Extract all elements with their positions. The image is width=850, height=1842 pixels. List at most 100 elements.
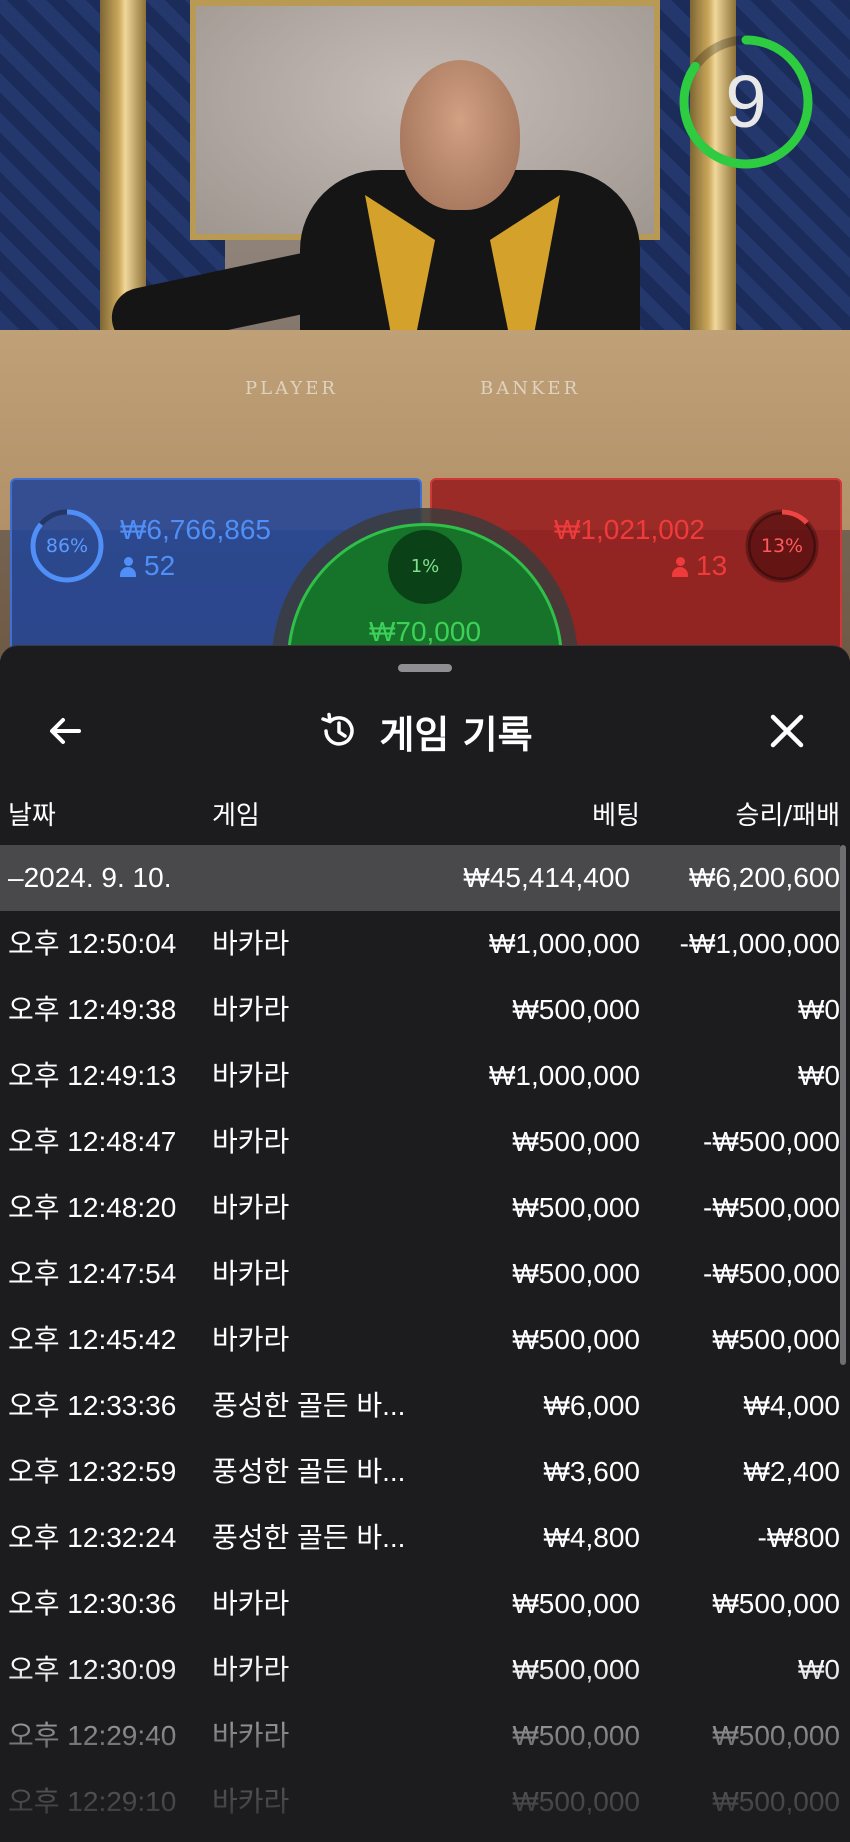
row-game: 바카라 <box>212 1786 290 1817</box>
row-time: 오후 12:47:54 <box>8 1258 177 1289</box>
history-row[interactable]: 오후 12:49:13 바카라 ₩1,000,000 ₩0 <box>0 1043 850 1109</box>
row-result: ₩0 <box>798 1060 840 1091</box>
row-game: 풍성한 골든 바... <box>212 1456 406 1487</box>
row-game: 바카라 <box>212 928 290 959</box>
row-game: 풍성한 골든 바... <box>212 1390 406 1421</box>
history-list: 오후 12:50:04 바카라 ₩1,000,000 -₩1,000,000 오후 12… <box>0 911 850 1835</box>
person-icon <box>120 557 136 577</box>
row-result: ₩0 <box>798 994 840 1025</box>
row-result: ₩4,000 <box>743 1390 841 1421</box>
history-table-header: 날짜 게임 베팅 승리/패배 <box>0 795 850 845</box>
row-bet: ₩500,000 <box>512 1258 640 1289</box>
row-game: 바카라 <box>212 1192 290 1223</box>
scrollbar[interactable] <box>840 845 846 1365</box>
tie-bet-amount: ₩70,000 <box>368 616 482 647</box>
history-row[interactable]: 오후 12:45:42 바카라 ₩500,000 ₩500,000 <box>0 1307 850 1373</box>
banker-count-value: 13 <box>696 550 728 581</box>
row-game: 바카라 <box>212 1258 290 1289</box>
tie-percent: 1% <box>388 530 462 604</box>
row-time: 오후 12:48:47 <box>8 1126 177 1157</box>
player-count-value: 52 <box>144 550 176 581</box>
row-game: 바카라 <box>212 1126 290 1157</box>
row-time: 오후 12:29:40 <box>8 1720 177 1751</box>
countdown-timer: 9 <box>725 60 767 143</box>
table-label-banker: BANKER <box>480 378 581 399</box>
row-time: 오후 12:33:36 <box>8 1390 177 1421</box>
row-game: 바카라 <box>212 1060 290 1091</box>
summary-result-total: ₩6,200,600 <box>689 862 840 893</box>
row-result: -₩1,000,000 <box>679 928 840 959</box>
player-bettor-count: 52 <box>120 550 175 582</box>
row-bet: ₩1,000,000 <box>489 928 640 959</box>
row-game: 바카라 <box>212 1720 290 1751</box>
row-bet: ₩500,000 <box>512 1786 640 1817</box>
row-time: 오후 12:49:38 <box>8 994 177 1025</box>
close-button[interactable] <box>752 696 822 766</box>
row-game: 바카라 <box>212 1588 290 1619</box>
date-summary-row[interactable]: –2024. 9. 10. ₩45,414,400 ₩6,200,600 <box>0 845 840 911</box>
row-bet: ₩500,000 <box>512 1192 640 1223</box>
player-bet-amount: ₩6,766,865 <box>120 514 271 545</box>
history-row[interactable]: 오후 12:30:36 바카라 ₩500,000 ₩500,000 <box>0 1571 850 1637</box>
history-row[interactable]: 오후 12:29:10 바카라 ₩500,000 ₩500,000 <box>0 1769 850 1835</box>
history-row[interactable]: 오후 12:33:36 풍성한 골든 바... ₩6,000 ₩4,000 <box>0 1373 850 1439</box>
column-result: 승리/패배 <box>735 801 840 831</box>
row-game: 바카라 <box>212 1324 290 1355</box>
history-row[interactable]: 오후 12:32:59 풍성한 골든 바... ₩3,600 ₩2,400 <box>0 1439 850 1505</box>
row-time: 오후 12:48:20 <box>8 1192 177 1223</box>
banker-bettor-count: 13 <box>672 550 727 582</box>
row-time: 오후 12:32:24 <box>8 1522 177 1553</box>
sheet-grabber[interactable] <box>398 664 452 672</box>
row-bet: ₩1,000,000 <box>489 1060 640 1091</box>
history-row[interactable]: 오후 12:50:04 바카라 ₩1,000,000 -₩1,000,000 <box>0 911 850 977</box>
history-icon <box>321 712 355 746</box>
sheet-header: 게임 기록 <box>0 701 850 761</box>
row-result: ₩500,000 <box>712 1588 840 1619</box>
player-percent: 86% <box>45 535 89 557</box>
row-time: 오후 12:45:42 <box>8 1324 177 1355</box>
close-icon <box>770 714 804 748</box>
row-bet: ₩500,000 <box>512 994 640 1025</box>
row-result: ₩500,000 <box>712 1786 840 1817</box>
row-time: 오후 12:30:36 <box>8 1588 177 1619</box>
gold-pillar-left <box>100 0 146 330</box>
row-time: 오후 12:49:13 <box>8 1060 177 1091</box>
column-date: 날짜 <box>8 801 56 831</box>
row-result: -₩800 <box>757 1522 840 1553</box>
row-time: 오후 12:29:10 <box>8 1786 177 1817</box>
row-game: 바카라 <box>212 1654 290 1685</box>
banker-percent: 13% <box>760 535 804 557</box>
row-game: 바카라 <box>212 994 290 1025</box>
dealer-head <box>400 60 520 210</box>
history-row[interactable]: 오후 12:48:20 바카라 ₩500,000 -₩500,000 <box>0 1175 850 1241</box>
row-bet: ₩3,600 <box>543 1456 641 1487</box>
history-row[interactable]: 오후 12:49:38 바카라 ₩500,000 ₩0 <box>0 977 850 1043</box>
row-bet: ₩500,000 <box>512 1654 640 1685</box>
row-result: ₩2,400 <box>743 1456 841 1487</box>
row-result: -₩500,000 <box>703 1258 840 1289</box>
row-result: ₩0 <box>798 1654 840 1685</box>
row-result: -₩500,000 <box>703 1126 840 1157</box>
history-row[interactable]: 오후 12:47:54 바카라 ₩500,000 -₩500,000 <box>0 1241 850 1307</box>
row-time: 오후 12:32:59 <box>8 1456 177 1487</box>
row-bet: ₩500,000 <box>512 1126 640 1157</box>
history-row[interactable]: 오후 12:29:40 바카라 ₩500,000 ₩500,000 <box>0 1703 850 1769</box>
row-bet: ₩500,000 <box>512 1720 640 1751</box>
row-bet: ₩4,800 <box>543 1522 641 1553</box>
table-label-player: PLAYER <box>245 378 338 399</box>
person-icon <box>672 557 688 577</box>
summary-date: –2024. 9. 10. <box>8 862 172 893</box>
row-time: 오후 12:50:04 <box>8 928 177 959</box>
row-time: 오후 12:30:09 <box>8 1654 177 1685</box>
row-bet: ₩500,000 <box>512 1588 640 1619</box>
row-result: ₩500,000 <box>712 1720 840 1751</box>
history-row[interactable]: 오후 12:30:09 바카라 ₩500,000 ₩0 <box>0 1637 850 1703</box>
history-row[interactable]: 오후 12:32:24 풍성한 골든 바... ₩4,800 -₩800 <box>0 1505 850 1571</box>
banker-bet-amount: ₩1,021,002 <box>554 514 705 545</box>
row-result: ₩500,000 <box>712 1324 840 1355</box>
column-bet: 베팅 <box>592 801 640 831</box>
sheet-title: 게임 기록 <box>379 712 533 757</box>
history-row[interactable]: 오후 12:48:47 바카라 ₩500,000 -₩500,000 <box>0 1109 850 1175</box>
row-result: -₩500,000 <box>703 1192 840 1223</box>
row-bet: ₩6,000 <box>543 1390 641 1421</box>
